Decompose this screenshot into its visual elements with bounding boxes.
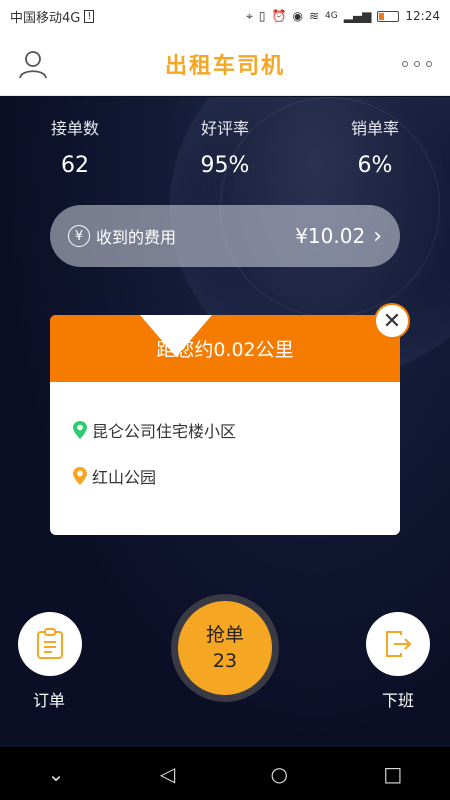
fee-button[interactable]: ¥ 收到的费用 ¥10.02 › — [50, 205, 400, 267]
app-title: 出租车司机 — [164, 53, 285, 79]
dropoff-label: 红山公园 — [92, 468, 157, 487]
dropoff-address: 红山公园 — [50, 464, 400, 488]
popup-pointer — [140, 315, 212, 357]
yen-icon: ¥ — [68, 225, 90, 247]
exit-icon — [386, 631, 412, 657]
orders-button[interactable] — [18, 612, 82, 676]
order-popup[interactable]: 距您约0.02公里 昆仑公司住宅楼小区 红山公园 ✕ — [50, 303, 410, 535]
close-icon: ✕ — [382, 308, 402, 334]
status-bar: 中国移动4G ! ⌖ ▯ ⏰ ◉ ≋ 4G ▂▄▆ 12:24 — [0, 0, 450, 32]
chevron-down-icon[interactable]: ⌄ — [48, 762, 65, 786]
pickup-address: 昆仑公司住宅楼小区 — [50, 418, 400, 442]
main-area: 接单数 62 好评率 95% 销单率 6% ¥ 收到的费用 ¥10.02 › 距… — [0, 97, 450, 747]
stats-row: 接单数 62 好评率 95% 销单率 6% — [0, 115, 450, 178]
home-icon[interactable]: ○ — [271, 762, 288, 786]
alarm-icon: ⏰ — [271, 9, 287, 23]
vibrate-icon: ▯ — [258, 9, 266, 23]
signal-icon: ▂▄▆ — [343, 9, 372, 23]
location-icon: ⌖ — [246, 8, 253, 23]
start-pin-icon — [73, 421, 87, 439]
status-left: 中国移动4G ! — [10, 7, 95, 26]
app-header: 出租车司机 — [0, 32, 450, 96]
chevron-right-icon: › — [373, 223, 382, 249]
wifi-icon: ≋ — [308, 9, 320, 23]
back-icon[interactable]: ◁ — [160, 762, 175, 786]
clipboard-icon — [37, 628, 63, 659]
grab-order-button[interactable]: 抢单 23 — [178, 601, 272, 695]
stat-label: 销单率 — [350, 119, 399, 138]
stat-cancel: 销单率 6% — [315, 115, 435, 178]
close-popup-button[interactable]: ✕ — [374, 303, 410, 339]
pickup-label: 昆仑公司住宅楼小区 — [92, 422, 237, 441]
grab-count: 23 — [212, 650, 238, 672]
stat-value: 6% — [357, 153, 393, 178]
battery-icon — [377, 10, 400, 22]
system-nav-bar: ⌄ ◁ ○ □ — [0, 747, 450, 800]
eye-icon: ◉ — [292, 9, 303, 23]
carrier-label: 中国移动4G — [10, 10, 81, 26]
end-pin-icon — [73, 467, 87, 485]
status-time: 12:24 — [405, 9, 440, 23]
stat-value: 62 — [61, 153, 89, 178]
stat-rating: 好评率 95% — [165, 115, 285, 178]
fee-amount: ¥10.02 — [295, 224, 366, 248]
sim-icon: ! — [84, 9, 95, 23]
status-right: ⌖ ▯ ⏰ ◉ ≋ 4G ▂▄▆ 12:24 — [246, 9, 440, 24]
stat-label: 接单数 — [50, 119, 99, 138]
user-icon[interactable] — [18, 49, 48, 79]
stat-label: 好评率 — [200, 119, 249, 138]
fee-label: 收到的费用 — [96, 228, 177, 247]
off-duty-label: 下班 — [382, 691, 415, 710]
more-icon[interactable] — [402, 54, 432, 74]
orders-label: 订单 — [33, 691, 66, 710]
distance-header: 距您约0.02公里 — [50, 315, 400, 382]
grab-label: 抢单 — [205, 624, 244, 646]
recents-icon[interactable]: □ — [383, 762, 402, 786]
stat-value: 95% — [200, 153, 250, 178]
stat-orders: 接单数 62 — [15, 115, 135, 178]
off-duty-button[interactable] — [366, 612, 430, 676]
grab-order-ring: 抢单 23 — [171, 594, 279, 702]
network-label: 4G — [325, 11, 338, 21]
